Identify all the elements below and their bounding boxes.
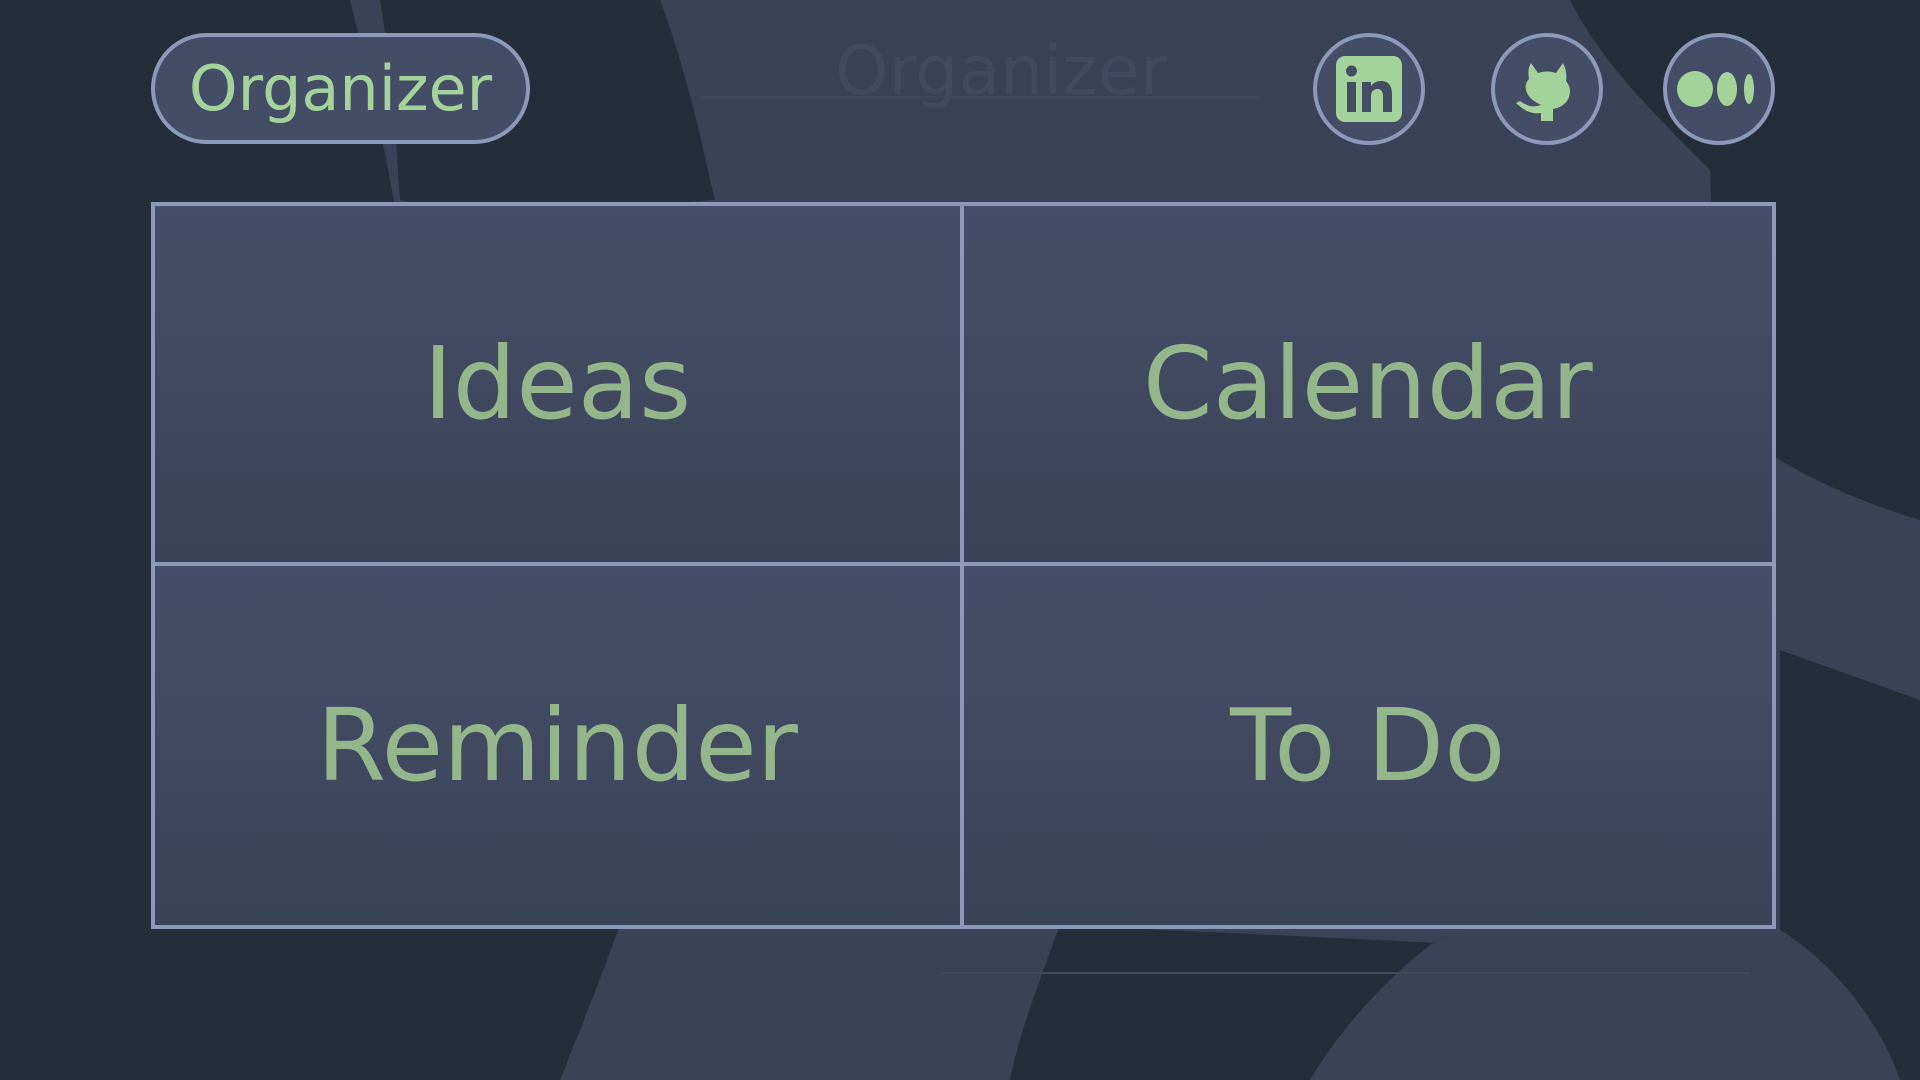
ghost-divider-bottom [940,972,1750,974]
medium-link[interactable] [1663,33,1775,145]
todo-tile[interactable]: To Do [963,565,1772,925]
ideas-tile[interactable]: Ideas [155,206,964,566]
medium-icon [1677,69,1761,109]
organizer-menu-grid: Ideas Calendar Reminder To Do [151,202,1776,929]
github-icon [1509,51,1585,127]
organizer-home-button[interactable]: Organizer [151,33,530,144]
reminder-tile[interactable]: Reminder [155,565,964,925]
ghost-title: Organizer [835,32,1168,111]
calendar-tile[interactable]: Calendar [963,206,1772,566]
github-link[interactable] [1491,33,1603,145]
ghost-divider-top [700,96,1260,98]
linkedin-link[interactable] [1313,33,1425,145]
linkedin-icon [1334,54,1404,124]
